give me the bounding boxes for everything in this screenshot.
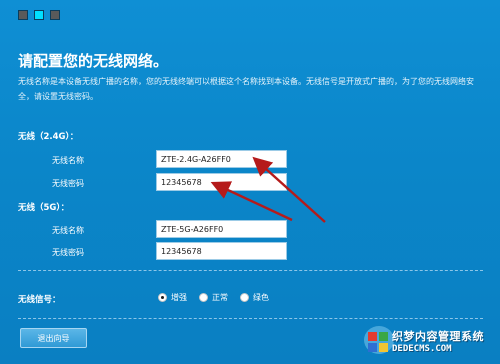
watermark-logo-icon xyxy=(364,326,394,354)
watermark-site: DEDECMS.COM xyxy=(392,344,452,354)
arrow-to-password xyxy=(210,181,293,222)
annotation-arrows xyxy=(210,156,326,223)
arrow-to-ssid xyxy=(252,156,326,223)
watermark: 织梦内容管理系统 DEDECMS.COM xyxy=(362,312,498,362)
watermark-title: 织梦内容管理系统 xyxy=(392,330,484,343)
